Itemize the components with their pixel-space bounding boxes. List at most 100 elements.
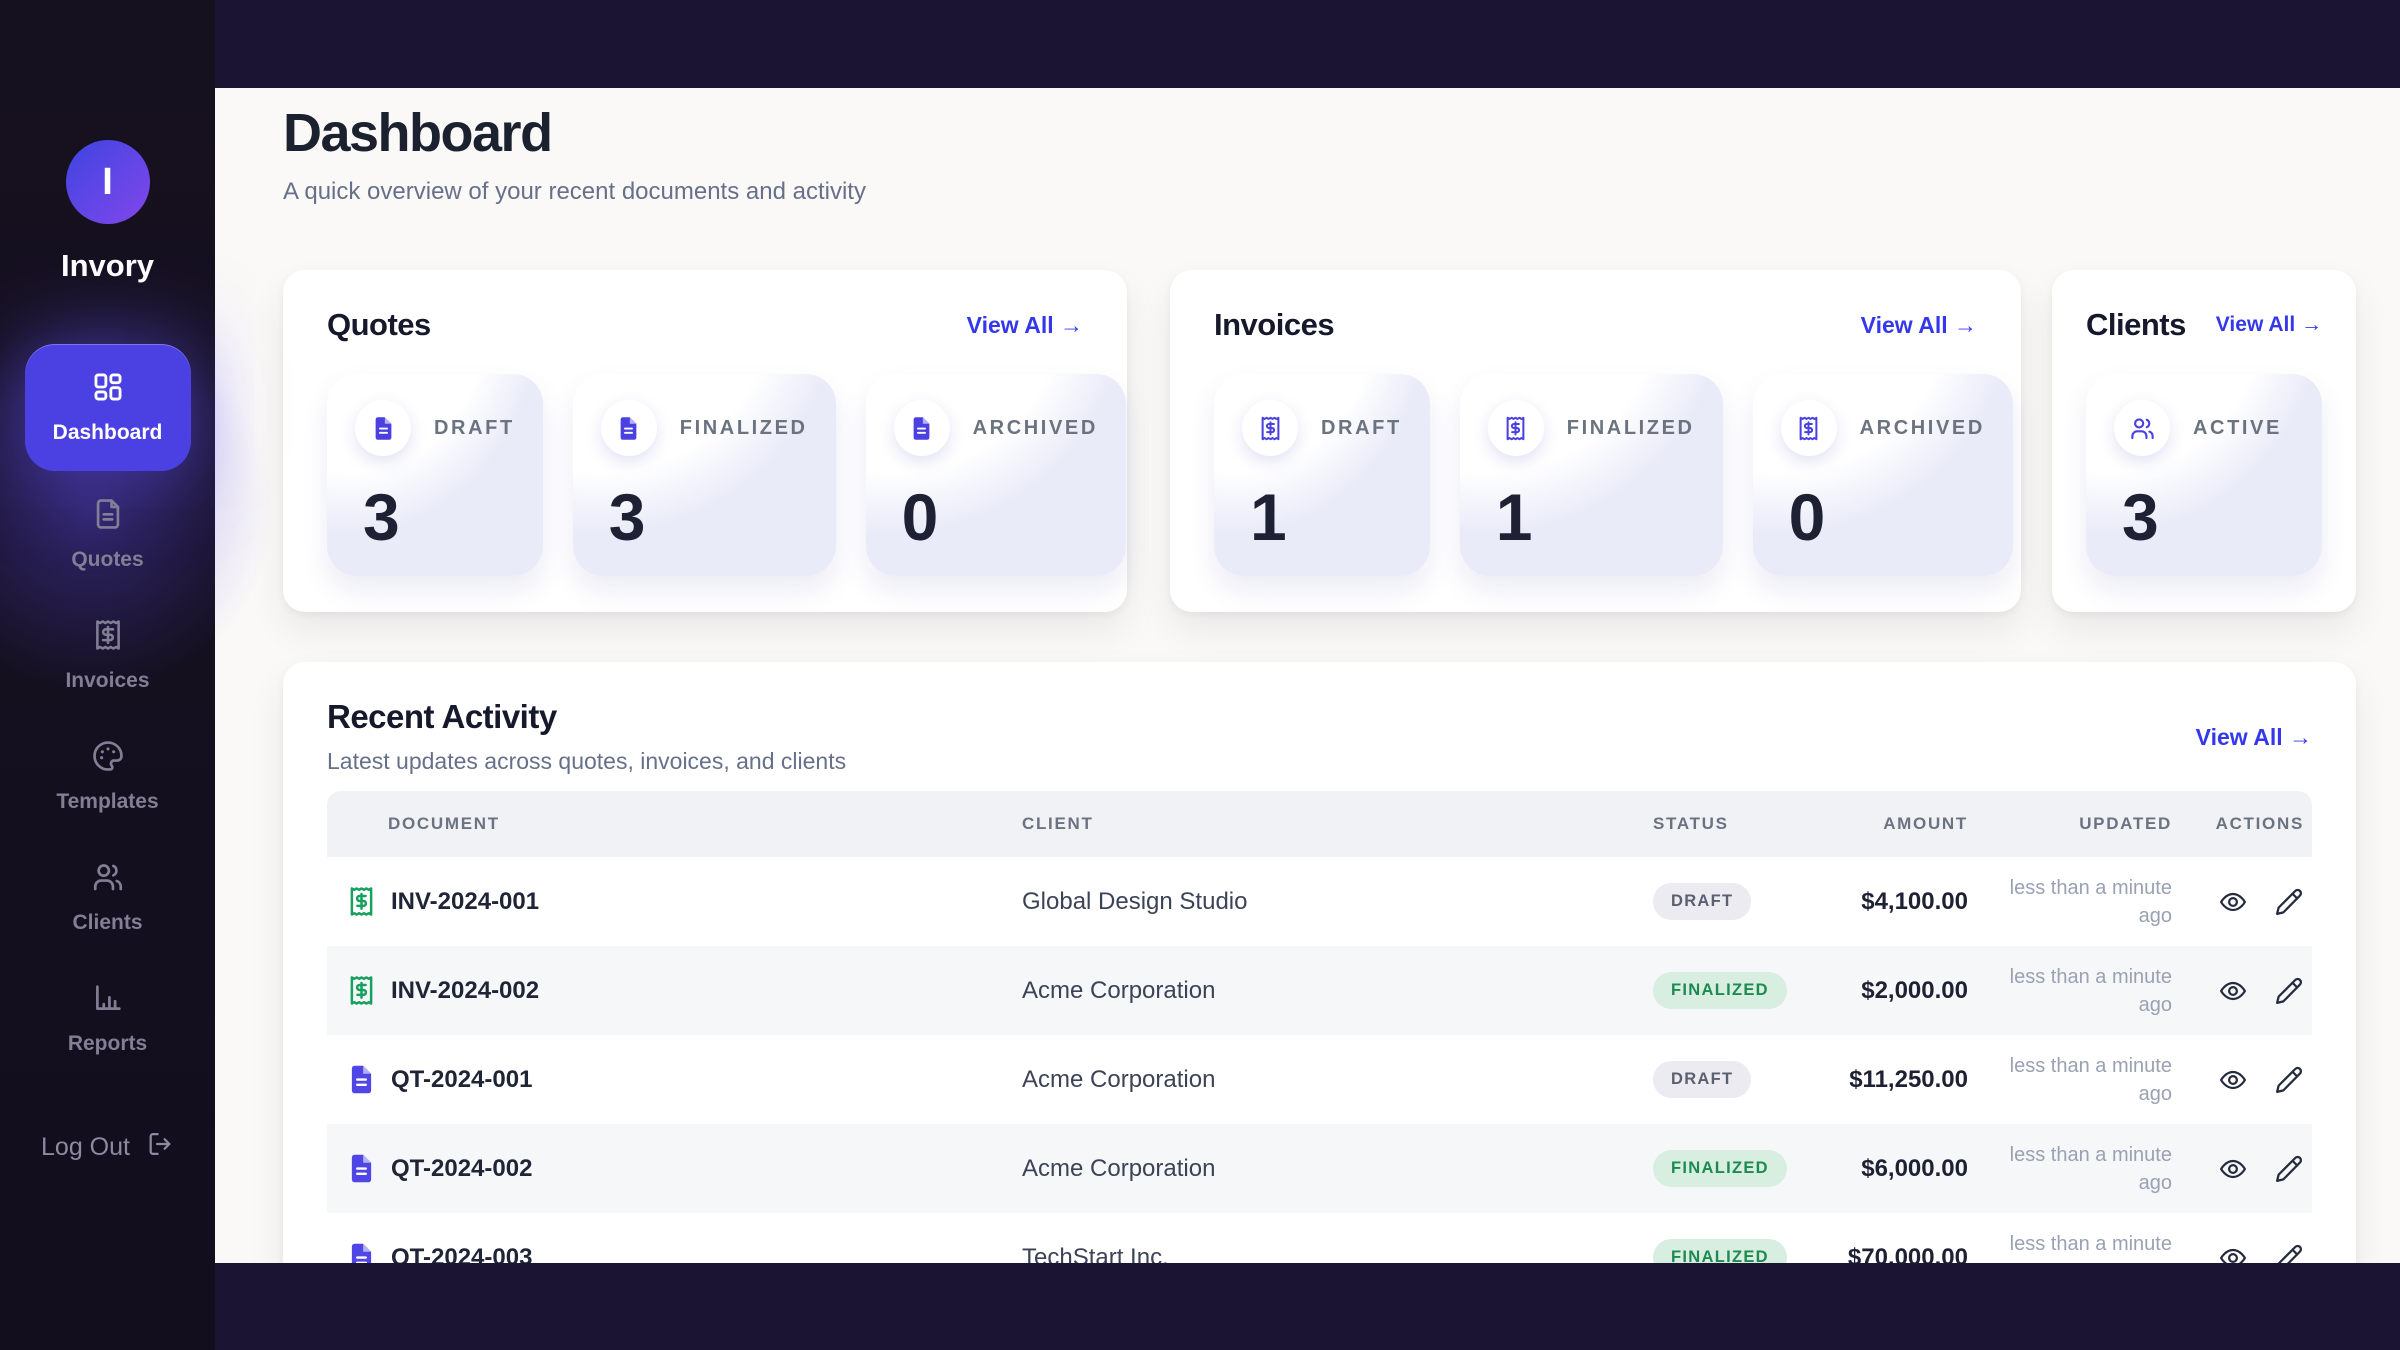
sidebar-item-dashboard[interactable]: Dashboard [25, 344, 191, 471]
activity-view-all-link[interactable]: View All → [2196, 724, 2312, 751]
quotes-view-all-link[interactable]: View All → [967, 312, 1083, 339]
updated-time: less than a minute ago [1982, 1230, 2172, 1264]
sidebar-item-label: Templates [56, 790, 158, 814]
stat-label: FINALIZED [680, 417, 808, 440]
amount: $2,000.00 [1827, 977, 1982, 1005]
dashboard-grid-icon [91, 370, 125, 410]
stat-value: 1 [1250, 484, 1402, 550]
sidebar-item-templates[interactable]: Templates [25, 719, 191, 834]
quote-file-icon [345, 1152, 378, 1185]
quote-file-icon [345, 1063, 378, 1096]
edit-pencil-icon[interactable] [2274, 976, 2304, 1006]
stat-value: 3 [2122, 484, 2294, 550]
brand-name: Invory [61, 248, 154, 284]
sidebar-item-clients[interactable]: Clients [25, 840, 191, 955]
stat-label: DRAFT [1321, 417, 1402, 440]
quote-file-icon [601, 400, 657, 456]
logout-label: Log Out [41, 1133, 130, 1162]
column-header-updated: UPDATED [1982, 814, 2172, 834]
file-text-icon [91, 497, 125, 537]
view-eye-icon[interactable] [2218, 1243, 2248, 1264]
view-eye-icon[interactable] [2218, 976, 2248, 1006]
client-name: Global Design Studio [1022, 888, 1653, 916]
stat-label: ACTIVE [2193, 417, 2282, 440]
updated-time: less than a minute ago [1982, 963, 2172, 1019]
receipt-icon [1242, 400, 1298, 456]
sidebar-item-label: Reports [68, 1032, 147, 1056]
document-id: QT-2024-001 [391, 1066, 532, 1094]
quote-file-icon [355, 400, 411, 456]
invoice-receipt-icon [345, 974, 378, 1007]
stat-label: FINALIZED [1567, 417, 1695, 440]
stat-value: 0 [1789, 484, 1985, 550]
quotes-card: Quotes View All → DRAFT 3 [283, 270, 1127, 612]
edit-pencil-icon[interactable] [2274, 1154, 2304, 1184]
column-header-client: CLIENT [1022, 814, 1653, 834]
invoices-view-all-link[interactable]: View All → [1861, 312, 1977, 339]
edit-pencil-icon[interactable] [2274, 887, 2304, 917]
activity-table: DOCUMENT CLIENT STATUS AMOUNT UPDATED AC… [327, 791, 2312, 1263]
quotes-finalized-tile: FINALIZED 3 [573, 374, 836, 576]
clients-card: Clients View All → ACTIVE 3 [2052, 270, 2356, 612]
table-row[interactable]: QT-2024-002 Acme Corporation FINALIZED $… [327, 1124, 2312, 1213]
stat-label: DRAFT [434, 417, 515, 440]
sidebar-item-label: Quotes [71, 548, 143, 572]
logout-button[interactable]: Log Out [41, 1130, 174, 1165]
clients-view-all-link[interactable]: View All → [2216, 313, 2322, 337]
quote-file-icon [894, 400, 950, 456]
column-header-status: STATUS [1653, 814, 1827, 834]
table-row[interactable]: QT-2024-003 TechStart Inc. FINALIZED $70… [327, 1213, 2312, 1263]
table-row[interactable]: INV-2024-002 Acme Corporation FINALIZED … [327, 946, 2312, 1035]
status-badge: FINALIZED [1653, 1150, 1787, 1187]
sidebar-item-label: Clients [72, 911, 142, 935]
table-row[interactable]: INV-2024-001 Global Design Studio DRAFT … [327, 857, 2312, 946]
amount: $6,000.00 [1827, 1155, 1982, 1183]
amount: $11,250.00 [1827, 1066, 1982, 1094]
main-content: Dashboard A quick overview of your recen… [215, 88, 2400, 1263]
recent-activity-title: Recent Activity [327, 698, 2312, 736]
column-header-document: DOCUMENT [327, 814, 1022, 834]
document-id: QT-2024-003 [391, 1244, 532, 1264]
invoices-archived-tile: ARCHIVED 0 [1753, 374, 2013, 576]
edit-pencil-icon[interactable] [2274, 1065, 2304, 1095]
quote-file-icon [345, 1241, 378, 1263]
invoices-finalized-tile: FINALIZED 1 [1460, 374, 1723, 576]
quotes-archived-tile: ARCHIVED 0 [866, 374, 1126, 576]
stat-value: 3 [609, 484, 808, 550]
view-eye-icon[interactable] [2218, 887, 2248, 917]
app-logo-letter: I [102, 161, 113, 204]
sidebar-item-label: Invoices [65, 669, 149, 693]
sidebar-nav: Dashboard Quotes Invoices Templates Clie… [25, 344, 191, 1076]
document-id: INV-2024-002 [391, 977, 539, 1005]
invoice-receipt-icon [345, 885, 378, 918]
clients-active-tile: ACTIVE 3 [2086, 374, 2322, 576]
quotes-card-title: Quotes [327, 307, 431, 343]
recent-activity-subtitle: Latest updates across quotes, invoices, … [327, 748, 2312, 775]
document-id: INV-2024-001 [391, 888, 539, 916]
users-icon [91, 860, 125, 900]
app-logo: I [66, 140, 150, 224]
client-name: Acme Corporation [1022, 1155, 1653, 1183]
updated-time: less than a minute ago [1982, 1052, 2172, 1108]
view-eye-icon[interactable] [2218, 1065, 2248, 1095]
updated-time: less than a minute ago [1982, 1141, 2172, 1197]
stat-value: 1 [1496, 484, 1695, 550]
status-badge: FINALIZED [1653, 1239, 1787, 1263]
view-eye-icon[interactable] [2218, 1154, 2248, 1184]
sidebar-item-quotes[interactable]: Quotes [25, 477, 191, 592]
column-header-amount: AMOUNT [1827, 814, 1982, 834]
column-header-actions: ACTIONS [2172, 814, 2312, 834]
summary-cards-row: Quotes View All → DRAFT 3 [283, 270, 2356, 612]
status-badge: DRAFT [1653, 883, 1751, 920]
invoices-draft-tile: DRAFT 1 [1214, 374, 1430, 576]
invoices-card: Invoices View All → DRAFT 1 [1170, 270, 2021, 612]
sidebar-item-reports[interactable]: Reports [25, 961, 191, 1076]
amount: $70,000.00 [1827, 1244, 1982, 1264]
stat-label: ARCHIVED [973, 417, 1098, 440]
client-name: TechStart Inc. [1022, 1244, 1653, 1264]
table-row[interactable]: QT-2024-001 Acme Corporation DRAFT $11,2… [327, 1035, 2312, 1124]
edit-pencil-icon[interactable] [2274, 1243, 2304, 1264]
receipt-icon [1488, 400, 1544, 456]
sidebar-item-invoices[interactable]: Invoices [25, 598, 191, 713]
bar-chart-icon [91, 981, 125, 1021]
